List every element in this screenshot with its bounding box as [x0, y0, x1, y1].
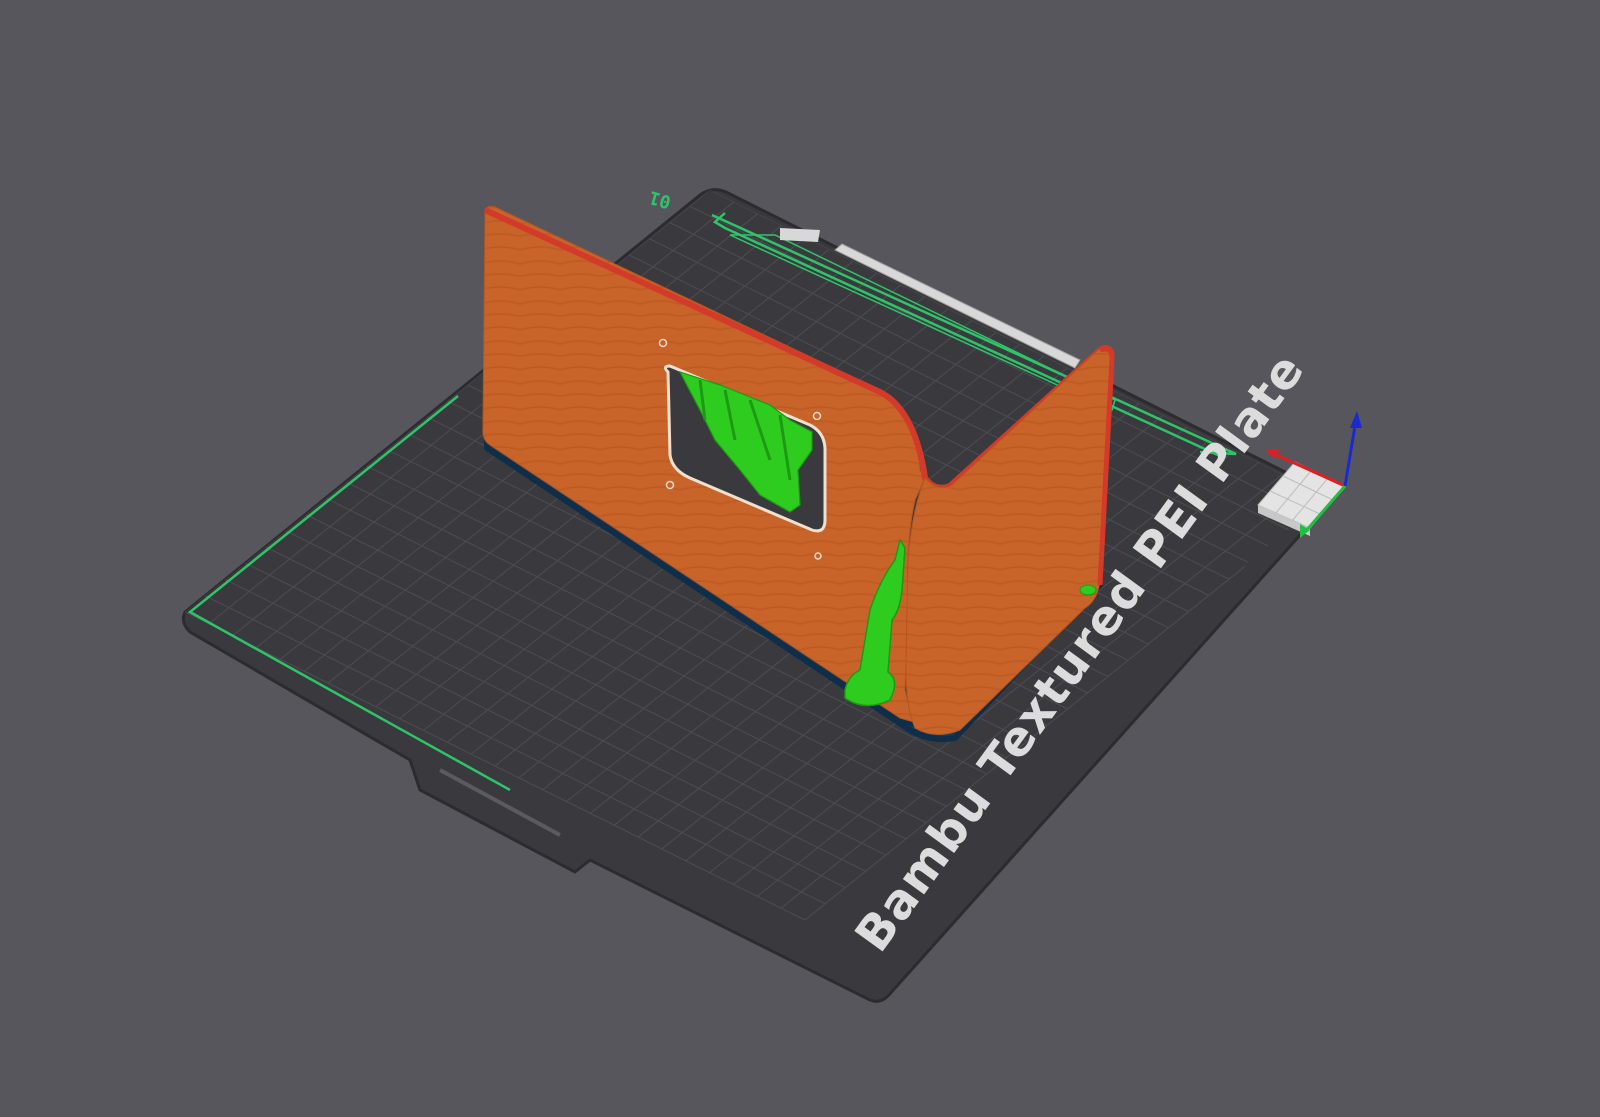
- axis-z-arrow-icon: [1350, 411, 1362, 428]
- 3d-viewport[interactable]: Bambu Textured PEI Plate 01: [0, 0, 1600, 1117]
- scene-canvas[interactable]: Bambu Textured PEI Plate 01: [0, 0, 1600, 1117]
- plate-number-label: 01: [647, 186, 674, 212]
- axis-z-icon: [1343, 419, 1358, 487]
- support-foot-right: [1079, 584, 1097, 596]
